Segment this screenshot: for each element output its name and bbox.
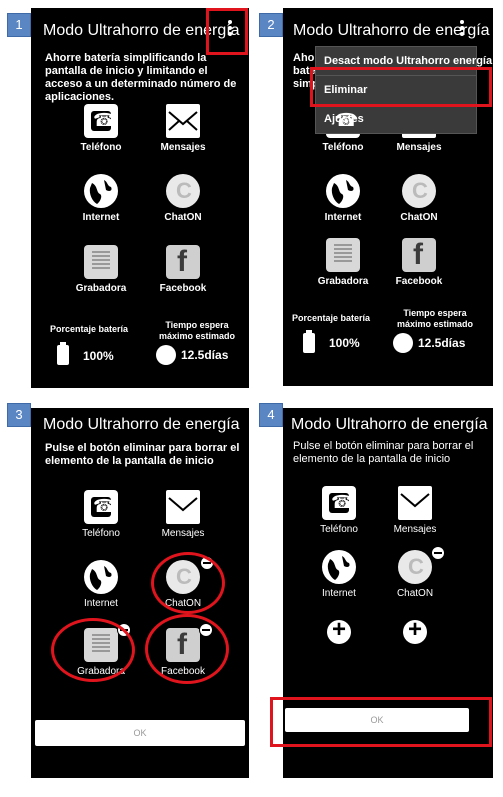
chaton-icon bbox=[398, 550, 432, 584]
add-slot-1[interactable] bbox=[299, 616, 379, 644]
battery-value: 100% bbox=[329, 336, 360, 350]
battery-label: Porcentaje batería bbox=[291, 313, 371, 323]
ok-button[interactable]: OK bbox=[35, 720, 245, 746]
app-title: Modo Ultrahorro de energía bbox=[291, 416, 488, 433]
app-label: Internet bbox=[322, 588, 356, 599]
app-phone[interactable]: Teléfono bbox=[61, 104, 141, 153]
app-phone[interactable]: Teléfono bbox=[61, 490, 141, 539]
highlight-chaton bbox=[151, 552, 225, 614]
description: Pulse el botón eliminar para borrar el e… bbox=[293, 440, 474, 465]
battery-icon bbox=[303, 330, 315, 353]
facebook-icon bbox=[402, 238, 436, 272]
step-badge-2: 2 bbox=[259, 13, 283, 37]
app-messages[interactable]: Mensajes bbox=[375, 486, 455, 535]
facebook-icon bbox=[166, 245, 200, 279]
app-label: ChatON bbox=[164, 212, 202, 223]
panel-2: Modo Ultrahorro de energía Ahorre baterí… bbox=[283, 8, 493, 386]
envelope-icon bbox=[166, 104, 200, 138]
app-facebook[interactable]: Facebook bbox=[379, 238, 459, 287]
app-internet[interactable]: Internet bbox=[299, 550, 379, 599]
app-messages[interactable]: Mensajes bbox=[143, 490, 223, 539]
globe-icon bbox=[326, 174, 360, 208]
app-label: Teléfono bbox=[82, 528, 120, 539]
description: Ahorre batería simplificando la pantalla… bbox=[45, 52, 237, 103]
add-slot-2[interactable] bbox=[375, 616, 455, 644]
step-badge-4: 4 bbox=[259, 403, 283, 427]
envelope-icon bbox=[166, 490, 200, 524]
recorder-icon bbox=[326, 238, 360, 272]
app-title: Modo Ultrahorro de energía bbox=[43, 416, 240, 433]
highlight-facebook bbox=[145, 614, 229, 684]
battery-icon bbox=[57, 342, 69, 365]
highlight-menu-button bbox=[206, 8, 248, 55]
globe-icon bbox=[322, 550, 356, 584]
app-label: Internet bbox=[84, 598, 118, 609]
app-label: Mensajes bbox=[160, 142, 206, 153]
globe-icon bbox=[84, 174, 118, 208]
highlight-delete-option bbox=[310, 67, 492, 107]
app-label: Teléfono bbox=[320, 524, 358, 535]
app-phone[interactable]: Teléfono bbox=[299, 486, 379, 535]
time-label: Tiempo espera máximo estimado bbox=[396, 308, 474, 329]
app-label: Facebook bbox=[159, 283, 207, 294]
time-value: 12.5días bbox=[181, 348, 229, 362]
app-internet[interactable]: Internet bbox=[61, 174, 141, 223]
app-label: Teléfono bbox=[322, 142, 364, 153]
time-value: 12.5días bbox=[418, 336, 466, 350]
app-messages[interactable]: Mensajes bbox=[143, 104, 223, 153]
step-badge-1: 1 bbox=[7, 13, 31, 37]
app-recorder[interactable]: Grabadora bbox=[303, 238, 383, 287]
app-label: ChatON bbox=[400, 212, 438, 223]
app-label: Facebook bbox=[395, 276, 443, 287]
phone-icon bbox=[84, 104, 118, 138]
app-label: Mensajes bbox=[396, 142, 442, 153]
description: Pulse el botón eliminar para borrar el e… bbox=[45, 442, 240, 467]
chaton-icon bbox=[166, 174, 200, 208]
time-label: Tiempo espera máximo estimado bbox=[158, 320, 236, 341]
chaton-icon bbox=[402, 174, 436, 208]
battery-value: 100% bbox=[83, 349, 114, 363]
envelope-icon bbox=[398, 486, 432, 520]
app-facebook[interactable]: Facebook bbox=[143, 245, 223, 294]
clock-icon bbox=[156, 345, 176, 365]
app-chaton[interactable]: ChatON bbox=[379, 174, 459, 223]
highlight-ok-button bbox=[270, 697, 492, 747]
app-label: Internet bbox=[324, 212, 362, 223]
battery-label: Porcentaje batería bbox=[49, 324, 129, 334]
app-label: ChatON bbox=[396, 588, 434, 599]
app-label: Mensajes bbox=[161, 528, 205, 539]
recorder-icon bbox=[84, 245, 118, 279]
step-badge-3: 3 bbox=[7, 403, 31, 427]
app-label: Internet bbox=[82, 212, 120, 223]
phone-icon bbox=[84, 490, 118, 524]
plus-icon bbox=[327, 616, 351, 644]
app-label: Grabadora bbox=[317, 276, 369, 287]
app-internet[interactable]: Internet bbox=[303, 174, 383, 223]
app-label: Mensajes bbox=[393, 524, 437, 535]
app-label: Grabadora bbox=[75, 283, 127, 294]
app-chaton[interactable]: ChatON bbox=[143, 174, 223, 223]
globe-icon bbox=[84, 560, 118, 594]
app-recorder[interactable]: Grabadora bbox=[61, 245, 141, 294]
remove-chaton-icon[interactable] bbox=[431, 546, 445, 560]
highlight-recorder bbox=[51, 618, 135, 682]
app-internet[interactable]: Internet bbox=[61, 560, 141, 609]
app-label: Teléfono bbox=[80, 142, 122, 153]
panel-1: Modo Ultrahorro de energía Ahorre baterí… bbox=[31, 8, 249, 388]
overflow-menu-icon[interactable] bbox=[459, 18, 465, 38]
clock-icon bbox=[393, 333, 413, 353]
phone-icon bbox=[322, 486, 356, 520]
plus-icon bbox=[403, 616, 427, 644]
